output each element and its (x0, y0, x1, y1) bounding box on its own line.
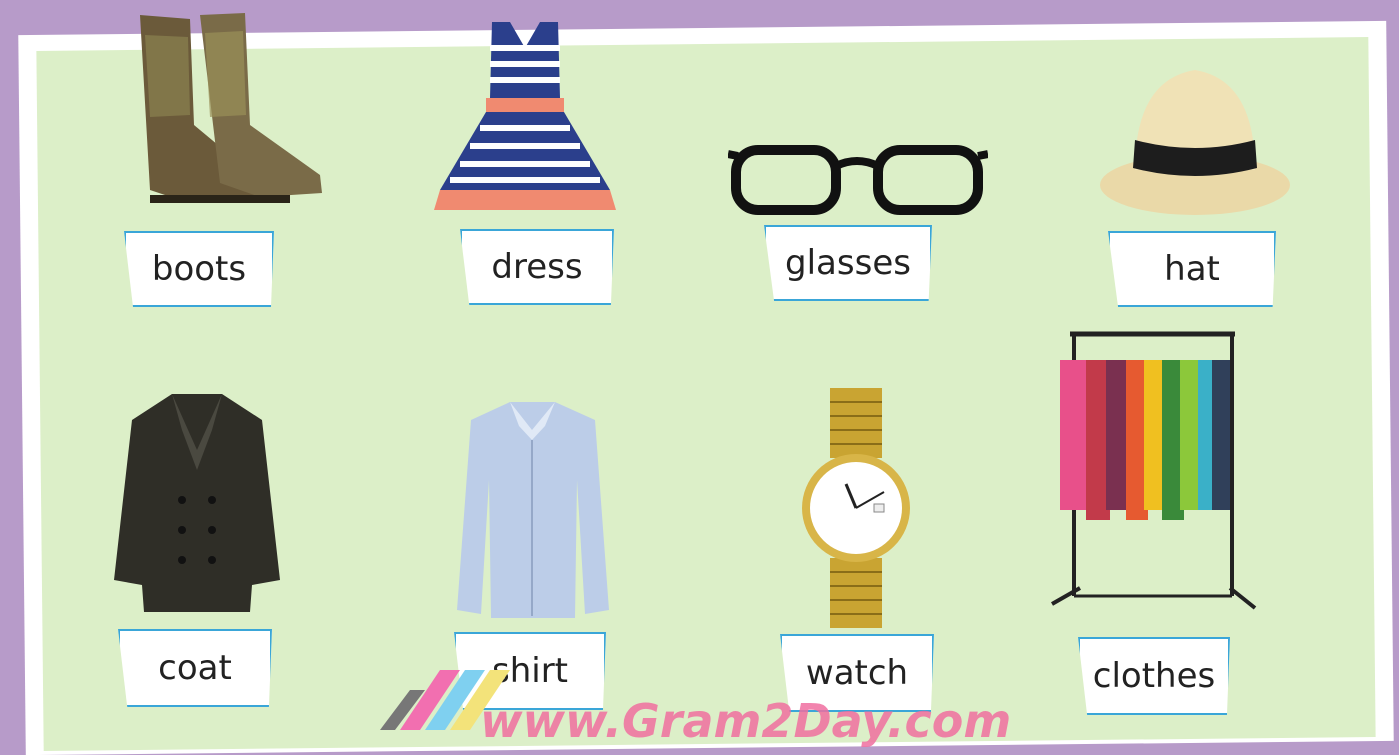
watch-icon (800, 388, 912, 628)
label-coat: coat (118, 629, 272, 707)
dress-icon (430, 18, 620, 218)
label-hat: hat (1108, 231, 1276, 307)
hat-icon (1095, 60, 1295, 225)
boots-icon (110, 5, 330, 215)
watermark-text: www.Gram2Day.com (480, 694, 1012, 748)
label-dress: dress (460, 229, 614, 305)
label-boots: boots (124, 231, 274, 307)
shirt-icon (455, 400, 610, 620)
label-clothes: clothes (1078, 637, 1230, 715)
label-glasses: glasses (764, 225, 932, 301)
coat-icon (112, 390, 282, 615)
glasses-icon (728, 140, 988, 220)
clothes-rack-icon (1050, 326, 1260, 626)
